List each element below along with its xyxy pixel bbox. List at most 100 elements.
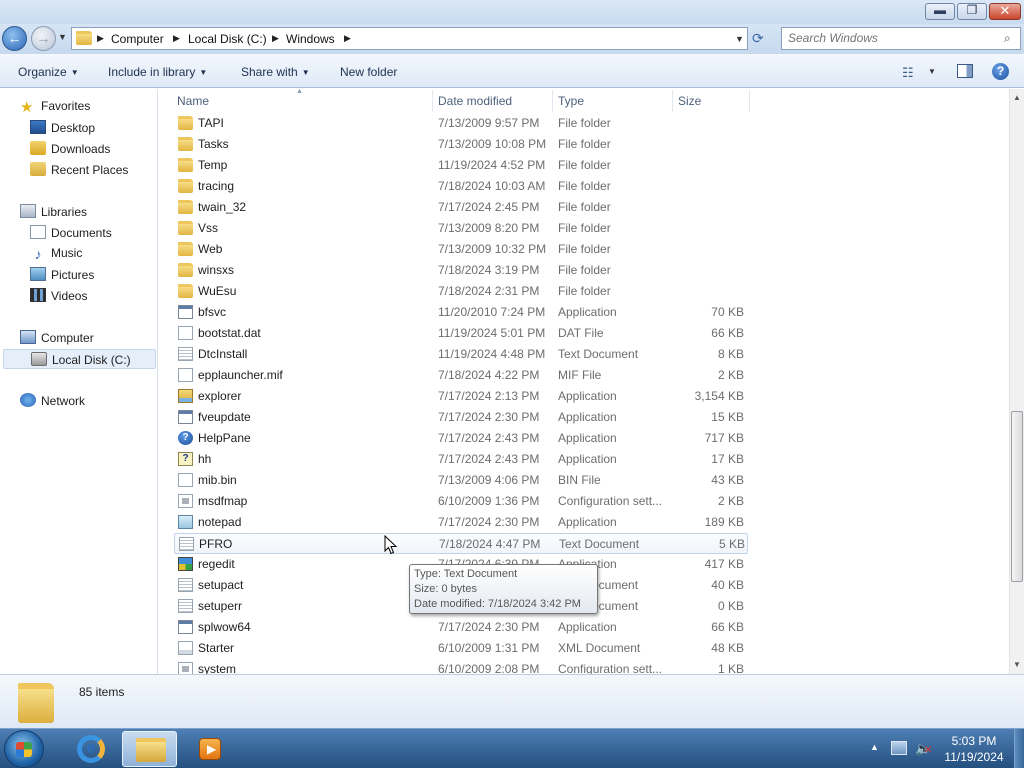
file-row[interactable]: Tasks 7/13/2009 10:08 PM File folder (174, 134, 748, 155)
share-with-menu[interactable]: Share with ▼ (241, 65, 310, 79)
column-size[interactable]: Size (678, 94, 701, 108)
file-name: TAPI (198, 116, 224, 130)
file-row[interactable]: epplauncher.mif 7/18/2024 4:22 PM MIF File… (174, 365, 748, 386)
file-date-modified: 7/17/2024 2:30 PM (438, 515, 540, 529)
search-box[interactable]: ⌕ (781, 27, 1021, 50)
column-date-modified[interactable]: Date modified (438, 94, 512, 108)
file-row[interactable]: Vss 7/13/2009 8:20 PM File folder (174, 218, 748, 239)
column-divider[interactable] (672, 90, 673, 112)
show-hidden-icons-icon[interactable]: ▲ (870, 742, 879, 752)
search-icon[interactable]: ⌕ (1004, 31, 1011, 46)
address-bar[interactable]: ▶ Computer ▶ Local Disk (C:) ▶ Windows ▶… (71, 27, 748, 50)
file-row[interactable]: bfsvc 11/20/2010 7:24 PM Application 70 KB (174, 302, 748, 323)
file-type: File folder (558, 263, 611, 277)
nav-network[interactable]: Network (20, 393, 85, 413)
breadcrumb-computer[interactable]: Computer (111, 32, 164, 46)
breadcrumb-separator-icon[interactable]: ▶ (272, 33, 279, 44)
file-row[interactable]: ? HelpPane 7/17/2024 2:43 PM Application 717… (174, 428, 748, 449)
column-type[interactable]: Type (558, 94, 584, 108)
scroll-down-icon[interactable]: ▼ (1013, 660, 1021, 669)
preview-pane-icon[interactable] (957, 64, 973, 78)
view-options-dropdown-icon[interactable]: ▼ (928, 67, 936, 76)
nav-pictures[interactable]: Pictures (30, 267, 94, 287)
nav-local-disk[interactable]: Local Disk (C:) (3, 349, 156, 369)
forward-arrow-icon: → (36, 30, 51, 46)
file-row[interactable]: twain_32 7/17/2024 2:45 PM File folder (174, 197, 748, 218)
vertical-scrollbar[interactable]: ▲ ▼ (1009, 89, 1024, 674)
file-row[interactable]: tracing 7/18/2024 10:03 AM File folder (174, 176, 748, 197)
column-divider[interactable] (432, 90, 433, 112)
file-size: 1 KB (717, 662, 744, 674)
nav-libraries[interactable]: Libraries (20, 204, 87, 224)
restore-button[interactable]: ❐ (957, 3, 987, 20)
clock-time[interactable]: 5:03 PM (944, 734, 1004, 748)
scrollbar-thumb[interactable] (1011, 411, 1023, 582)
file-row[interactable]: WuEsu 7/18/2024 2:31 PM File folder (174, 281, 748, 302)
help-icon[interactable]: ? (992, 63, 1009, 80)
scroll-up-icon[interactable]: ▲ (1013, 93, 1021, 102)
nav-favorites[interactable]: ★ Favorites (20, 99, 90, 119)
forward-button[interactable]: → (31, 26, 56, 51)
include-in-library-menu[interactable]: Include in library ▼ (108, 65, 207, 79)
breadcrumb-local-disk[interactable]: Local Disk (C:) (188, 32, 267, 46)
volume-muted-icon[interactable]: 🔈 ✕ (915, 741, 932, 756)
file-row[interactable]: notepad 7/17/2024 2:30 PM Application 189 K… (174, 512, 748, 533)
column-name[interactable]: Name (177, 94, 209, 108)
change-view-icon[interactable]: ☷ (902, 65, 914, 81)
file-size: 70 KB (711, 305, 744, 319)
file-icon (178, 326, 193, 340)
file-row[interactable]: bootstat.dat 11/19/2024 5:01 PM DAT File 66… (174, 323, 748, 344)
refresh-icon[interactable]: ⟳ (752, 30, 764, 47)
file-row[interactable]: explorer 7/17/2024 2:13 PM Application 3,15… (174, 386, 748, 407)
file-row[interactable]: splwow64 7/17/2024 2:30 PM Application 66 K… (174, 617, 748, 638)
breadcrumb-separator-icon[interactable]: ▶ (344, 33, 351, 44)
file-row[interactable]: Starter 6/10/2009 1:31 PM XML Document 48 K… (174, 638, 748, 659)
nav-videos[interactable]: Videos (30, 288, 87, 308)
column-divider[interactable] (749, 90, 750, 112)
file-name: winsxs (198, 263, 235, 277)
nav-computer[interactable]: Computer (20, 330, 94, 350)
taskbar-internet-explorer[interactable]: e (62, 731, 117, 767)
nav-music[interactable]: ♪ Music (30, 246, 83, 266)
file-row[interactable]: mib.bin 7/13/2009 4:06 PM BIN File 43 KB (174, 470, 748, 491)
file-row[interactable]: msdfmap 6/10/2009 1:36 PM Configuration se… (174, 491, 748, 512)
items-count: 85 items (79, 685, 125, 699)
new-folder-button[interactable]: New folder (340, 65, 397, 79)
start-button[interactable] (4, 730, 44, 768)
file-size: 3,154 KB (694, 389, 744, 403)
minimize-button[interactable]: ▬ (925, 3, 955, 20)
file-row[interactable]: TAPI 7/13/2009 9:57 PM File folder (174, 113, 748, 134)
recent-pages-dropdown[interactable]: ▼ (58, 32, 67, 42)
address-dropdown-icon[interactable]: ▼ (735, 34, 744, 44)
file-name: Starter (198, 641, 235, 655)
taskbar-media-player[interactable]: ▶ (181, 731, 236, 767)
show-desktop-button[interactable] (1014, 729, 1024, 768)
file-size: 43 KB (711, 473, 744, 487)
file-row[interactable]: system 6/10/2009 2:08 PM Configuration set… (174, 659, 748, 674)
clock-date[interactable]: 11/19/2024 (934, 750, 1014, 764)
nav-downloads[interactable]: Downloads (30, 141, 110, 161)
breadcrumb-separator-icon[interactable]: ▶ (173, 33, 180, 44)
nav-desktop[interactable]: Desktop (30, 120, 95, 140)
folder-icon (178, 158, 193, 172)
file-row[interactable]: fveupdate 7/17/2024 2:30 PM Application 15 … (174, 407, 748, 428)
hard-disk-icon (31, 352, 47, 366)
network-tray-icon[interactable] (891, 741, 907, 755)
column-divider[interactable] (552, 90, 553, 112)
file-row[interactable]: winsxs 7/18/2024 3:19 PM File folder (174, 260, 748, 281)
file-row[interactable]: DtcInstall 11/19/2024 4:48 PM Text Documen… (174, 344, 748, 365)
file-name: Temp (198, 158, 228, 172)
close-button[interactable]: ✕ (989, 3, 1021, 20)
nav-documents[interactable]: Documents (30, 225, 112, 245)
file-row[interactable]: Temp 11/19/2024 4:52 PM File folder (174, 155, 748, 176)
file-row[interactable]: Web 7/13/2009 10:32 PM File folder (174, 239, 748, 260)
file-row[interactable]: ? hh 7/17/2024 2:43 PM Application 17 KB (174, 449, 748, 470)
taskbar-windows-explorer[interactable] (122, 731, 177, 767)
search-input[interactable] (788, 31, 998, 45)
breadcrumb-windows[interactable]: Windows (286, 32, 335, 46)
file-row[interactable]: PFRO 7/18/2024 4:47 PM Text Document 5 KB (174, 533, 748, 554)
nav-recent-places[interactable]: Recent Places (30, 162, 128, 182)
breadcrumb-separator-icon[interactable]: ▶ (97, 33, 104, 44)
organize-menu[interactable]: Organize ▼ (18, 65, 79, 79)
back-button[interactable]: ← (2, 26, 27, 51)
